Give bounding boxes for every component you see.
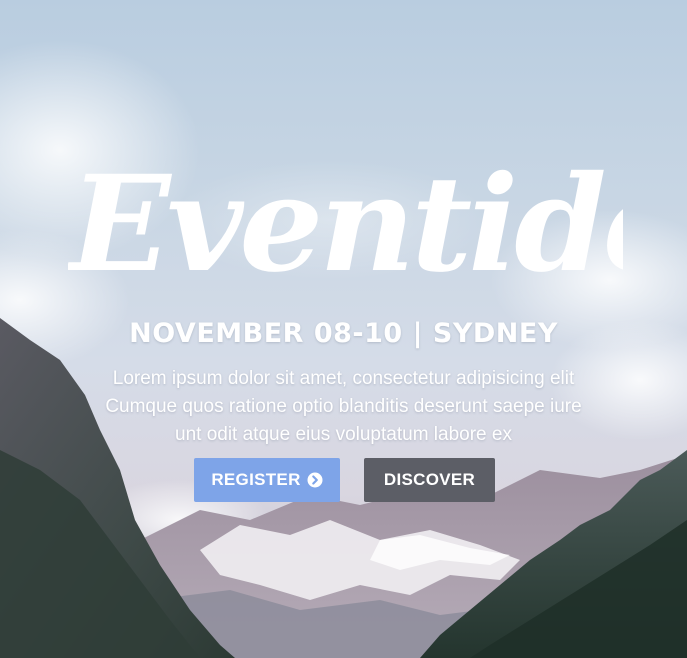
- register-button[interactable]: REGISTER: [194, 458, 340, 502]
- discover-button-label: DISCOVER: [383, 470, 476, 489]
- hero-content: Eventide NOVEMBER 08-10 | SYDNEY Lorem i…: [0, 0, 687, 658]
- eventide-logo: Eventide: [68, 147, 623, 302]
- register-button-label: REGISTER: [211, 470, 301, 489]
- hero-section: Eventide NOVEMBER 08-10 | SYDNEY Lorem i…: [0, 0, 687, 658]
- tagline-line: Lorem ipsum dolor sit amet, consectetur …: [112, 368, 575, 389]
- tagline-line: Cumque quos ratione optio blanditis dese…: [105, 396, 582, 417]
- chevron-circle-right-icon: [307, 472, 323, 488]
- hero-tagline: Lorem ipsum dolor sit amet, consectetur …: [60, 365, 627, 449]
- tagline-line: unt odit atque eius voluptatum labore ex: [175, 424, 512, 445]
- event-date-location: NOVEMBER 08-10 | SYDNEY: [129, 318, 558, 349]
- discover-button[interactable]: DISCOVER: [364, 458, 495, 502]
- logo-text: Eventide: [68, 147, 623, 302]
